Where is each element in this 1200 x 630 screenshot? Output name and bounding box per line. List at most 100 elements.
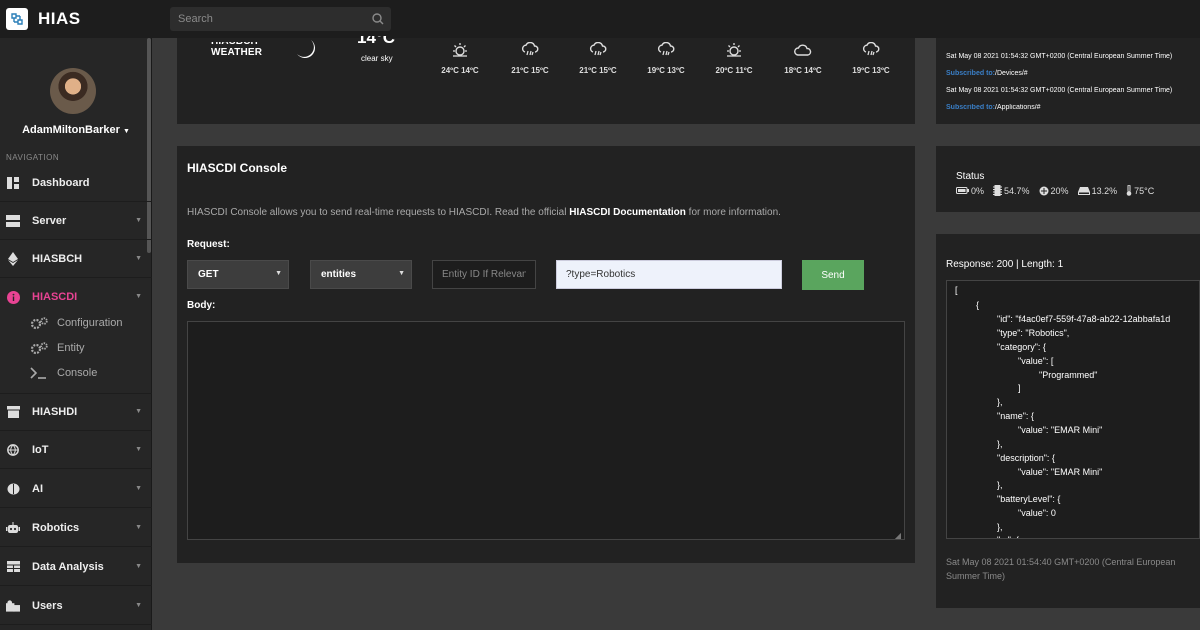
sidebar-subitem-console[interactable]: Console: [30, 362, 97, 384]
forecast-day: 21ºC 15ºC: [568, 42, 628, 75]
battery-value: 0%: [971, 185, 985, 196]
description-text: HIASCDI Console allows you to send real-…: [187, 207, 570, 218]
forecast-temps: 20ºC 11ºC: [715, 66, 753, 75]
method-value: GET: [198, 269, 219, 280]
search-icon[interactable]: [371, 12, 385, 26]
forecast-temps: 21ºC 15ºC: [511, 66, 549, 75]
json-line: "name": {: [997, 411, 1034, 421]
chevron-down-icon: ▼: [135, 524, 142, 531]
sidebar-item-hiasbch[interactable]: HIASBCH ▼: [0, 240, 152, 278]
body-textarea[interactable]: [187, 321, 905, 540]
status-metrics: 0% 54.7% 20% 13.2% 75°C: [956, 185, 1163, 196]
log-timestamp: Sat May 08 2021 01:54:32 GMT+0200 (Centr…: [946, 87, 1173, 94]
forecast-day: 18ºC 14ºC: [773, 42, 833, 75]
search-input[interactable]: [170, 7, 360, 31]
caret-down-icon: ▼: [122, 128, 130, 135]
endpoint-select[interactable]: entities ▼: [310, 260, 412, 289]
json-line: {: [976, 300, 980, 310]
archive-icon: [6, 405, 20, 419]
response-json[interactable]: [ { "id": "f4ac0ef7-559f-47a8-ab22-12abb…: [946, 280, 1200, 539]
forecast-day: 19ºC 13ºC: [636, 42, 696, 75]
chevron-down-icon: ▼: [135, 408, 142, 415]
sidebar-subitem-label: Configuration: [57, 317, 123, 329]
json-line: },: [997, 522, 1003, 532]
weather-brand: HIASBCH WEATHER: [211, 42, 262, 58]
cpu-value: 54.7%: [1004, 185, 1030, 196]
sun-icon: [430, 42, 490, 60]
hias-logo-icon: [6, 8, 28, 30]
log-timestamp: Sat May 08 2021 01:54:32 GMT+0200 (Centr…: [946, 53, 1173, 60]
forecast-temps: 21ºC 15ºC: [579, 66, 617, 75]
json-line: "batteryLevel": {: [997, 494, 1061, 504]
forecast-temps: 19ºC 13ºC: [852, 66, 890, 75]
response-timestamp: Sat May 08 2021 01:54:40 GMT+0200 (Centr…: [946, 557, 1176, 581]
sidebar-item-robotics[interactable]: Robotics ▼: [0, 509, 152, 547]
hdd-icon: [1077, 186, 1090, 195]
disk-metric: 13.2%: [1077, 185, 1118, 196]
chevron-down-icon: ▼: [135, 485, 142, 492]
method-select[interactable]: GET ▼: [187, 260, 289, 289]
cloud-icon: [773, 42, 833, 60]
cogs-icon: [30, 341, 48, 355]
sidebar-item-label: Server: [32, 214, 67, 227]
json-line: "value": [: [1018, 356, 1054, 366]
sidebar-item-iot[interactable]: IoT ▼: [0, 431, 152, 469]
sidebar-item-dashboard[interactable]: Dashboard: [0, 164, 152, 202]
entity-id-input[interactable]: [432, 260, 536, 289]
send-button[interactable]: Send: [802, 260, 864, 290]
sidebar-item-ai[interactable]: AI ▼: [0, 470, 152, 508]
table-icon: [6, 560, 20, 574]
query-input[interactable]: [556, 260, 782, 289]
weather-brand-bottom: WEATHER: [211, 47, 263, 58]
nav-section-label: NAVIGATION: [6, 153, 60, 162]
brand-name: HIAS: [38, 9, 81, 28]
battery-metric: 0%: [956, 186, 984, 196]
brand[interactable]: HIAS: [6, 8, 81, 30]
rain-icon: [636, 42, 696, 60]
documentation-link[interactable]: HIASCDI Documentation: [569, 207, 686, 218]
temperature-value: 75°C: [1134, 185, 1155, 196]
forecast-temps: 24ºC 14ºC: [441, 66, 479, 75]
forecast-day: 19ºC 13ºC: [841, 42, 901, 75]
sidebar-item-label: IoT: [32, 443, 49, 456]
json-line: "value": "EMAR Mini": [1018, 467, 1103, 477]
moon-icon: [297, 40, 315, 58]
sidebar-item-hiascdi[interactable]: HIASCDI ▼: [0, 278, 152, 316]
console-description: HIASCDI Console allows you to send real-…: [187, 207, 781, 218]
rain-icon: [841, 42, 901, 60]
forecast-day: 24ºC 14ºC: [430, 42, 490, 75]
subscription-topic: /Devices/#: [995, 70, 1028, 77]
sidebar-subitem-configuration[interactable]: Configuration: [30, 312, 122, 334]
subscription-prefix: Subscribed to:: [946, 104, 996, 111]
sidebar-item-label: Robotics: [32, 521, 80, 534]
log-subscription: Subscribed to:/Devices/#: [946, 70, 1028, 77]
forecast-temps: 19ºC 13ºC: [647, 66, 685, 75]
memory-metric: 20%: [1039, 186, 1069, 196]
sidebar-item-label: HIASHDI: [32, 405, 78, 418]
search-box: [170, 7, 391, 31]
chevron-down-icon: ▼: [135, 446, 142, 453]
chevron-down-icon: ▼: [135, 563, 142, 570]
avatar[interactable]: [50, 68, 96, 114]
sidebar-item-users[interactable]: Users ▼: [0, 587, 152, 625]
resize-handle-icon[interactable]: ◢: [895, 531, 901, 540]
console-title: HIASCDI Console: [187, 161, 288, 175]
temperature-metric: 75°C: [1126, 185, 1154, 196]
terminal-icon: [30, 367, 48, 379]
disk-value: 13.2%: [1091, 185, 1118, 196]
json-line: "value": 0: [1018, 508, 1056, 518]
sidebar-item-label: AI: [32, 482, 43, 495]
json-line: [: [955, 285, 958, 295]
subscription-topic: /Applications/#: [995, 104, 1041, 111]
user-menu[interactable]: AdamMiltonBarker ▼: [0, 124, 152, 136]
json-line: },: [997, 439, 1003, 449]
sidebar-item-hiashdi[interactable]: HIASHDI ▼: [0, 393, 152, 431]
sidebar-item-server[interactable]: Server ▼: [0, 202, 152, 240]
status-title: Status: [956, 171, 985, 182]
microchip-icon: [993, 185, 1003, 196]
memory-icon: [1039, 186, 1049, 195]
sidebar-subitem-entity[interactable]: Entity: [30, 337, 85, 359]
caret-down-icon: ▼: [275, 270, 282, 277]
sidebar-item-data-analysis[interactable]: Data Analysis ▼: [0, 548, 152, 586]
ethereum-icon: [6, 251, 20, 266]
